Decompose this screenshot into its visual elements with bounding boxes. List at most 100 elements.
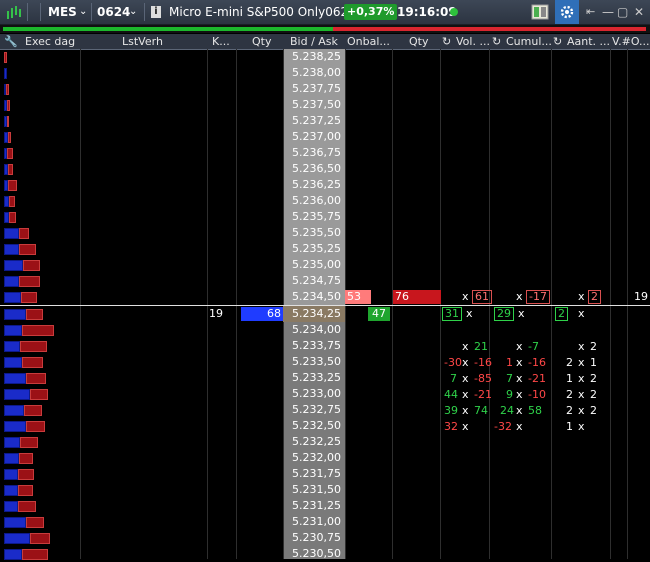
pin-icon[interactable]: ⇤ [586,0,595,24]
count-right-cell: 2 [590,372,597,385]
count-right-cell: 1 [590,356,597,369]
price-level[interactable]: 5.231,00 [283,514,345,530]
price-level[interactable]: 5.233,00 [283,386,345,402]
bid-count-cell[interactable]: 2 [555,306,568,322]
bid-volume-cell[interactable]: 31 [442,306,462,322]
header-k[interactable]: K... [212,34,236,49]
x-mark: x [462,290,469,303]
vol-left-cell: -30 [444,356,462,369]
volume-profile-bar [18,501,36,512]
header-last-traded[interactable]: LstVerh [122,34,182,49]
price-level[interactable]: 5.234,00 [283,322,345,338]
header-bid-ask[interactable]: Bid / Ask [290,34,345,49]
toolbar: MES ⌄ 0624 ⌄ i Micro E-mini S&P500 Only0… [0,0,650,25]
volume-profile-bar [26,309,43,320]
price-level[interactable]: 5.231,25 [283,498,345,514]
volume-profile-bar [4,389,30,400]
ask-qty-cell[interactable]: 76 [393,290,441,304]
vol-right-cell: -16 [474,356,492,369]
vol-right-cell: 21 [474,340,488,353]
price-level[interactable]: 5.233,75 [283,338,345,354]
maximize-icon[interactable]: ▢ [617,0,628,24]
price-level[interactable]: 5.232,50 [283,418,345,434]
chevron-down-icon[interactable]: ⌄ [79,0,87,24]
volume-profile-bar [7,100,10,111]
price-level[interactable]: 5.237,75 [283,81,345,97]
price-level[interactable]: 5.237,25 [283,113,345,129]
volume-profile-bar [24,405,42,416]
volume-profile-bar [4,421,26,432]
price-level[interactable]: 5.232,25 [283,434,345,450]
header-vo[interactable]: V.#O... [612,34,650,49]
price-level[interactable]: 5.233,25 [283,370,345,386]
reset-icon[interactable]: ↻ [492,34,504,49]
close-icon[interactable]: ✕ [634,0,644,24]
price-level[interactable]: 5.238,25 [283,49,345,65]
instrument-description: Micro E-mini S&P500 Only0624 [169,5,356,19]
count-right-cell: 2 [590,404,597,417]
layout-panels-icon[interactable] [531,3,549,21]
minimize-icon[interactable]: — [602,0,614,24]
x-mark: x [578,420,585,433]
price-level[interactable]: 5.232,75 [283,402,345,418]
reset-icon[interactable]: ↻ [442,34,454,49]
header-imbalance[interactable]: Onbal... [347,34,392,49]
price-level[interactable]: 5.235,50 [283,225,345,241]
price-level[interactable]: 5.234,75 [283,273,345,289]
price-level[interactable]: 5.236,75 [283,145,345,161]
price-level[interactable]: 5.232,00 [283,450,345,466]
volume-profile-bar [20,341,47,352]
price-level[interactable]: 5.230,50 [283,546,345,562]
wrench-icon[interactable]: 🔧 [4,34,18,49]
price-level[interactable]: 5.237,50 [283,97,345,113]
contract-selector[interactable]: 0624 [97,0,130,24]
cumul-right-cell: -16 [528,356,546,369]
vo-cell[interactable]: 19 [634,289,648,305]
price-level[interactable]: 5.235,25 [283,241,345,257]
header-cumulative[interactable]: Cumul... [506,34,551,49]
price-level[interactable]: 5.231,50 [283,482,345,498]
volume-profile-bar [4,341,20,352]
sell-pressure [333,27,646,31]
volume-profile-bar [22,549,48,560]
header-ask-qty[interactable]: Qty [409,34,439,49]
bid-cumulative-cell[interactable]: 29 [494,306,514,322]
bid-imbalance-cell[interactable]: 47 [368,307,390,321]
settings-button[interactable] [555,0,579,24]
volume-profile-bar [4,373,26,384]
x-mark: x [462,340,469,353]
ask-count-cell[interactable]: 2 [588,289,601,305]
price-level[interactable]: 5.230,75 [283,530,345,546]
price-level[interactable]: 5.238,00 [283,65,345,81]
volume-profile-bar [4,469,18,480]
price-level[interactable]: 5.233,50 [283,354,345,370]
ask-cumulative-cell[interactable]: -17 [526,289,550,305]
ask-imbalance-cell[interactable]: 53 [345,290,371,304]
volume-profile-bar [6,84,9,95]
bid-k-cell[interactable]: 19 [209,306,223,322]
bid-qty-cell[interactable]: 68 [241,307,283,321]
volume-profile-bar [19,276,40,287]
price-level[interactable]: 5.236,25 [283,177,345,193]
info-icon[interactable]: i [151,6,161,18]
column-header-row: 🔧 Exec dag LstVerh K... Qty Bid / Ask On… [0,34,650,50]
header-exec-day[interactable]: Exec dag [25,34,80,49]
price-level[interactable]: 5.235,75 [283,209,345,225]
price-level[interactable]: 5.234,50 [283,289,345,305]
price-level[interactable]: 5.236,00 [283,193,345,209]
symbol-selector[interactable]: MES [48,0,77,24]
price-level[interactable]: 5.235,00 [283,257,345,273]
volume-profile-bar [26,517,44,528]
price-level[interactable]: 5.236,50 [283,161,345,177]
reset-icon[interactable]: ↻ [553,34,565,49]
chevron-down-icon[interactable]: ⌄ [129,0,137,24]
header-count[interactable]: Aant. ... [567,34,612,49]
header-volume[interactable]: Vol. ... [456,34,489,49]
header-bid-qty[interactable]: Qty [252,34,282,49]
volume-profile-bar [30,389,48,400]
bars-chart-icon[interactable] [5,3,23,21]
price-level[interactable]: 5.231,75 [283,466,345,482]
price-level[interactable]: 5.237,00 [283,129,345,145]
ask-volume-cell[interactable]: 61 [472,289,492,305]
price-level-best-bid[interactable]: 5.234,25 [283,306,345,322]
